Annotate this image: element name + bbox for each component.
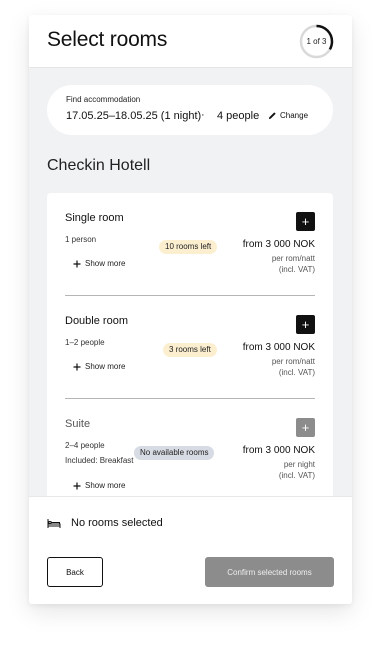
price-unit: per rom/natt	[271, 357, 315, 366]
room-name: Single room	[65, 212, 124, 224]
availability-badge: No available rooms	[134, 446, 215, 460]
room-price: from 3 000 NOK	[242, 445, 315, 456]
price-vat: (incl. VAT)	[278, 368, 315, 377]
add-room-button[interactable]: +	[296, 212, 315, 231]
show-more-button[interactable]: Show more	[73, 481, 125, 490]
step-progress-indicator: 1 of 3	[299, 24, 334, 59]
room-inclusions: Included: Breakfast	[65, 456, 134, 465]
show-more-button[interactable]: Show more	[73, 362, 125, 371]
search-people: 4 people	[217, 110, 260, 122]
selection-status: No rooms selected	[47, 517, 163, 529]
hotel-name: Checkin Hotell	[47, 157, 151, 174]
plus-icon	[73, 363, 81, 370]
price-vat: (incl. VAT)	[278, 471, 315, 480]
show-more-label: Show more	[85, 362, 126, 371]
room-capacity: 1–2 people	[65, 338, 105, 347]
step-counter: 1 of 3	[306, 37, 327, 46]
room-price: from 3 000 NOK	[242, 239, 315, 250]
confirm-selected-rooms-button[interactable]: Confirm selected rooms	[205, 557, 334, 587]
bed-icon	[47, 518, 61, 528]
back-button[interactable]: Back	[47, 557, 103, 587]
plus-icon	[73, 260, 81, 267]
room-item-double: Double room + 1–2 people 3 rooms left fr…	[47, 296, 333, 399]
pencil-icon	[268, 112, 276, 120]
change-label: Change	[280, 111, 309, 120]
room-item-suite: Suite + 2–4 people Included: Breakfast N…	[47, 399, 333, 496]
availability-badge: 10 rooms left	[159, 240, 218, 254]
room-capacity: 1 person	[65, 235, 97, 244]
change-search-button[interactable]: Change	[268, 111, 308, 120]
room-item-single: Single room + 1 person 10 rooms left fro…	[47, 193, 333, 296]
room-list: Single room + 1 person 10 rooms left fro…	[47, 193, 333, 496]
room-name: Suite	[65, 418, 91, 430]
search-summary: Find accommodation 17.05.25–18.05.25 (1 …	[47, 85, 333, 135]
plus-icon	[73, 482, 81, 489]
price-unit: per night	[283, 460, 315, 469]
dialog-body[interactable]: Find accommodation 17.05.25–18.05.25 (1 …	[29, 68, 352, 496]
show-more-label: Show more	[85, 481, 126, 490]
page-title: Select rooms	[47, 28, 168, 51]
price-unit: per rom/natt	[271, 254, 315, 263]
dialog-header: Select rooms 1 of 3	[29, 15, 352, 68]
add-room-button[interactable]: +	[296, 315, 315, 334]
search-separator: ·	[201, 109, 205, 121]
selection-status-text: No rooms selected	[71, 517, 163, 529]
dialog-footer: No rooms selected Back Confirm selected …	[29, 496, 352, 604]
availability-badge: 3 rooms left	[163, 343, 217, 357]
room-price: from 3 000 NOK	[242, 342, 315, 353]
room-capacity: 2–4 people	[65, 441, 105, 450]
show-more-button[interactable]: Show more	[73, 259, 125, 268]
search-dates: 17.05.25–18.05.25 (1 night)	[66, 110, 202, 122]
room-selection-dialog: Select rooms 1 of 3 Find accommodation 1…	[29, 15, 352, 604]
search-label: Find accommodation	[66, 95, 141, 104]
room-name: Double room	[65, 315, 128, 327]
price-vat: (incl. VAT)	[278, 265, 315, 274]
show-more-label: Show more	[85, 259, 126, 268]
add-room-button[interactable]: +	[296, 418, 315, 437]
